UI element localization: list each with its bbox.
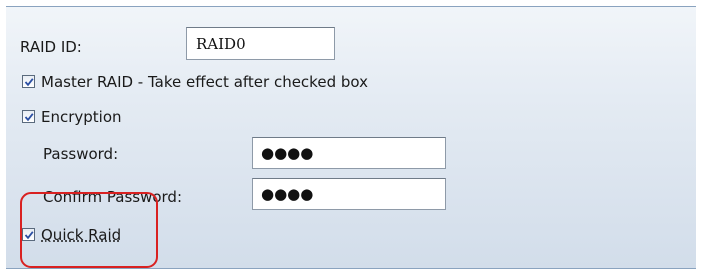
checkmark-icon	[24, 113, 34, 122]
encryption-label: Encryption	[41, 108, 122, 126]
password-label: Password:	[43, 145, 119, 163]
encryption-checkbox[interactable]	[22, 110, 35, 123]
raid-settings-panel: RAID ID: RAID0 Master RAID - Take effect…	[6, 6, 696, 269]
annotation-highlight	[20, 192, 158, 268]
password-input[interactable]: ●●●●	[252, 137, 446, 169]
master-raid-label: Master RAID - Take effect after checked …	[41, 73, 368, 91]
master-raid-checkbox[interactable]	[22, 75, 35, 88]
confirm-password-input[interactable]: ●●●●	[252, 178, 446, 210]
checkmark-icon	[24, 78, 34, 87]
raid-id-label: RAID ID:	[20, 38, 82, 56]
raid-id-input[interactable]: RAID0	[186, 27, 335, 60]
